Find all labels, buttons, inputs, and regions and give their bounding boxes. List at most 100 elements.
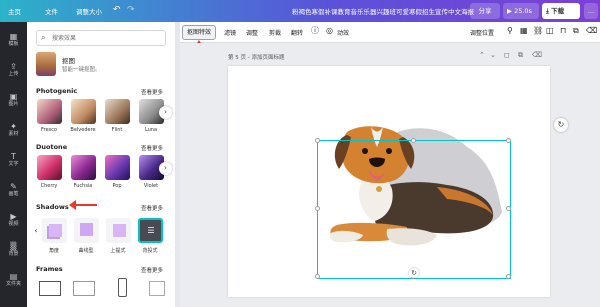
rail-label: 图片: [8, 101, 19, 107]
shadow-square: [49, 224, 62, 237]
redo-icon[interactable]: ↷: [127, 5, 135, 15]
bg-remover-title: 抠图: [62, 57, 75, 65]
undo-icon[interactable]: ↶: [113, 5, 121, 15]
shadow-tile-angle[interactable]: [42, 218, 67, 243]
image-toolbar: 抠图特效 滤镜 调整 剪裁 翻转 ⓘ ◎ 动效 调整位置 ⚲ ▦ ⛓ ◫ ⊓ ⧉…: [180, 22, 600, 64]
filter-label: Cherry: [40, 183, 58, 189]
resize-handle-top-left[interactable]: [315, 138, 320, 143]
delete-page-icon[interactable]: ⌫: [532, 51, 542, 59]
bg-remover-thumbnail: [36, 52, 56, 76]
duplicate-icon[interactable]: ⧉: [573, 26, 579, 36]
link-icon[interactable]: ⛓: [533, 26, 543, 36]
duotone-tile-pop[interactable]: [105, 155, 130, 180]
animate-icon[interactable]: ◎: [326, 26, 333, 36]
resize-button[interactable]: 调整大小: [76, 6, 102, 16]
resize-handle-top[interactable]: [411, 138, 416, 143]
paint-format-icon[interactable]: ⚲: [507, 26, 513, 36]
layer-icon[interactable]: ◫: [546, 26, 554, 36]
duotone-next-arrow[interactable]: ›: [159, 162, 172, 175]
filter-label: Luna: [144, 127, 158, 133]
frame-monitor[interactable]: [73, 281, 95, 296]
duotone-tile-cherry[interactable]: [37, 155, 62, 180]
duotone-see-all[interactable]: 查看更多: [141, 144, 163, 152]
hide-page-icon[interactable]: ◻: [504, 51, 510, 59]
adjust-button[interactable]: 调整: [246, 28, 258, 37]
frame-photo[interactable]: [149, 281, 165, 296]
chevron-up-icon[interactable]: ⌃: [479, 51, 485, 59]
rail-item-templates[interactable]: ▦ 模板: [0, 28, 27, 54]
resize-handle-bottom-left[interactable]: [315, 274, 320, 279]
rotate-handle-icon[interactable]: ↻: [409, 268, 419, 278]
lock-icon[interactable]: ⊓: [560, 26, 566, 36]
file-menu[interactable]: 文件: [45, 6, 58, 16]
resize-handle-left[interactable]: [315, 206, 320, 211]
shadow-tile-backdrop[interactable]: ☰: [138, 218, 163, 243]
page-title[interactable]: 第 5 页 - 添加页面标题: [228, 53, 284, 61]
position-button[interactable]: 调整位置: [470, 28, 494, 37]
rail-item-uploads[interactable]: ⇪ 上传: [0, 58, 27, 84]
photogenic-next-arrow[interactable]: ›: [159, 106, 172, 119]
selection-box[interactable]: [315, 138, 511, 279]
duotone-tile-fuchsia[interactable]: [71, 155, 96, 180]
canvas-area: 第 5 页 - 添加页面标题 ⌃ ⌄ ◻ ⧉ ⌫ ↻ ↻: [180, 43, 600, 307]
background-icon: ▒: [10, 242, 17, 251]
delete-icon[interactable]: ⌫: [586, 26, 597, 36]
design-page[interactable]: [228, 66, 550, 297]
rail-item-draw[interactable]: ✎ 画笔: [0, 178, 27, 204]
animate-button[interactable]: 动效: [337, 28, 349, 37]
shadows-prev-arrow[interactable]: ‹: [32, 224, 40, 237]
rail-item-videos[interactable]: ▶ 视频: [0, 208, 27, 234]
transparency-icon[interactable]: ▦: [520, 26, 528, 36]
more-options-button[interactable]: …: [584, 3, 598, 19]
frame-laptop[interactable]: [39, 281, 61, 296]
photogenic-title: Photogenic: [36, 87, 78, 95]
brush-icon: ✎: [10, 182, 17, 191]
effects-search-input[interactable]: [52, 33, 162, 44]
left-rail: ▦ 模板 ⇪ 上传 ▣ 图片 ✦ 素材 T 文字 ✎ 画笔 ▶ 视频 ▒ 背景 ▤ 文件夹: [0, 22, 27, 307]
shadows-see-all[interactable]: 查看更多: [141, 204, 163, 212]
rail-label: 文件夹: [5, 281, 21, 287]
refresh-icon[interactable]: ↻: [554, 118, 568, 132]
share-button[interactable]: 分享: [470, 3, 500, 19]
shadow-label: 角度: [48, 248, 59, 254]
chevron-down-icon[interactable]: ⌄: [490, 51, 496, 59]
filter-label: Pop: [112, 183, 122, 189]
download-button[interactable]: ⤓ 下载: [542, 3, 580, 19]
rail-item-elements[interactable]: ✦ 素材: [0, 118, 27, 144]
folder-icon: ▤: [9, 272, 18, 281]
filter-button[interactable]: 滤镜: [224, 28, 236, 37]
home-button[interactable]: 主页: [8, 6, 21, 16]
info-icon[interactable]: ⓘ: [311, 26, 319, 36]
design-title[interactable]: 粉褐色寒假补课教育音乐乐器兴趣班可爱寒假招生宣传中文海报: [292, 6, 474, 16]
shadow-tile-lift[interactable]: [106, 218, 131, 243]
frame-phone[interactable]: [118, 278, 127, 297]
filter-tile-fresco[interactable]: [37, 99, 62, 124]
flip-button[interactable]: 翻转: [291, 28, 303, 37]
filter-tile-belvedere[interactable]: [71, 99, 96, 124]
shadow-square: [80, 223, 93, 236]
bg-remover-option[interactable]: 抠图 智能一键抠图。: [36, 52, 166, 78]
filter-label: Flint: [111, 127, 123, 133]
rail-label: 视频: [8, 221, 19, 227]
present-duration: 25.0s: [514, 7, 532, 15]
duplicate-page-icon[interactable]: ⧉: [518, 51, 523, 60]
search-icon: ⌕: [41, 33, 46, 42]
crop-button[interactable]: 剪裁: [269, 28, 281, 37]
frames-see-all[interactable]: 查看更多: [141, 266, 163, 274]
shadow-tile-curved[interactable]: [74, 218, 99, 243]
resize-handle-bottom-right[interactable]: [506, 274, 511, 279]
rail-item-folders[interactable]: ▤ 文件夹: [0, 268, 27, 294]
photogenic-see-all[interactable]: 查看更多: [141, 88, 163, 96]
effects-search: ⌕: [36, 30, 166, 46]
photos-icon: ▣: [9, 92, 18, 101]
rail-item-photos[interactable]: ▣ 图片: [0, 88, 27, 114]
present-button[interactable]: ▶ 25.0s: [503, 3, 539, 19]
filter-tile-flint[interactable]: [105, 99, 130, 124]
resize-handle-right[interactable]: [506, 206, 511, 211]
rail-item-background[interactable]: ▒ 背景: [0, 238, 27, 264]
frames-title: Frames: [36, 265, 63, 273]
upload-icon: ⇪: [10, 62, 17, 71]
shadow-square: [113, 224, 126, 237]
rail-item-text[interactable]: T 文字: [0, 148, 27, 174]
resize-handle-top-right[interactable]: [506, 138, 511, 143]
